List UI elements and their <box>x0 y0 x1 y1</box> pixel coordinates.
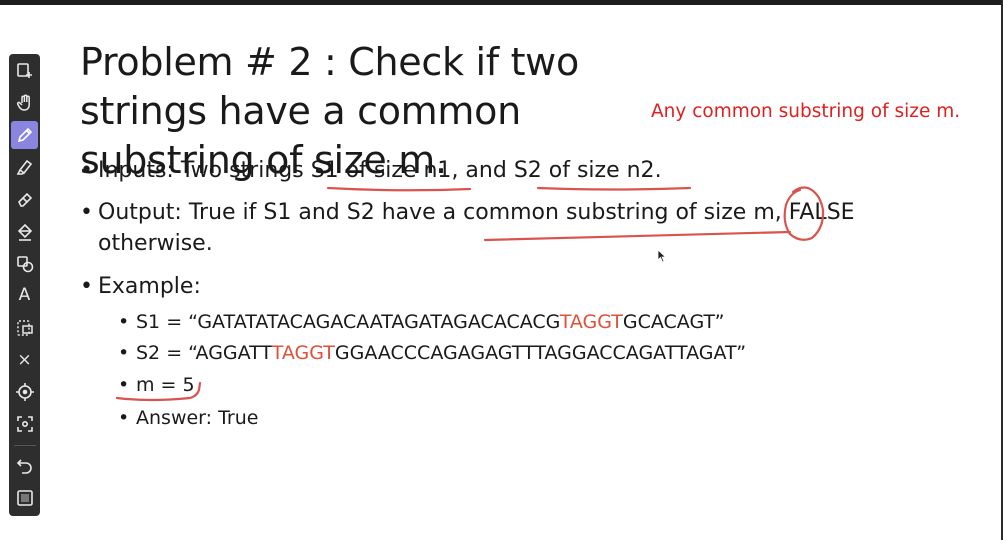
text-icon[interactable]: A <box>11 282 38 310</box>
fill-icon[interactable] <box>11 218 38 246</box>
ink-underline-output <box>483 230 792 242</box>
screenshot-icon[interactable] <box>11 411 38 439</box>
bullet-inputs: • Inputs: Two strings S1 of size n1, and … <box>80 158 662 183</box>
example-s2: • S2 = “AGGATTTAGGTGGAACCCAGAGAGTTTAGGACC… <box>118 342 747 364</box>
undo-icon[interactable] <box>11 452 38 480</box>
eraser-icon[interactable] <box>11 186 38 214</box>
pen-icon[interactable] <box>11 121 38 150</box>
ink-underline-s1 <box>326 186 472 192</box>
select-icon[interactable] <box>11 314 38 342</box>
new-slide-icon[interactable] <box>11 57 38 85</box>
handwritten-note: Any common substring of size m. <box>651 101 961 122</box>
example-answer: • Answer: True <box>118 407 259 429</box>
inputs-s2: S2 of size n2 <box>513 158 655 183</box>
example-m: • m = 5 <box>118 374 195 396</box>
bullet-output-cont: otherwise. <box>98 231 213 256</box>
hand-icon[interactable] <box>11 89 38 117</box>
inputs-s1: S1 of size n1 <box>310 158 452 183</box>
ink-underline-s2 <box>536 186 692 191</box>
mouse-cursor <box>657 249 667 263</box>
output-m: m <box>753 200 775 225</box>
shapes-icon[interactable] <box>11 250 38 278</box>
toolbar-divider <box>13 444 36 446</box>
example-s1: • S1 = “GATATATACAGACAATAGATAGACACACGTAGG… <box>118 311 725 333</box>
laser-pointer-icon[interactable] <box>11 378 38 406</box>
s2-common-substring: TAGGT <box>271 342 335 364</box>
s1-common-substring: TAGGT <box>559 311 623 333</box>
drawing-toolbar: A × <box>9 54 40 516</box>
highlighter-icon[interactable] <box>11 153 38 181</box>
clear-icon[interactable]: × <box>11 346 38 374</box>
bullet-example: • Example: <box>80 274 201 299</box>
bullet-output: • Output: True if S1 and S2 have a common… <box>80 200 855 225</box>
window-top-bar <box>0 0 1003 5</box>
whiteboard-icon[interactable] <box>11 484 38 512</box>
